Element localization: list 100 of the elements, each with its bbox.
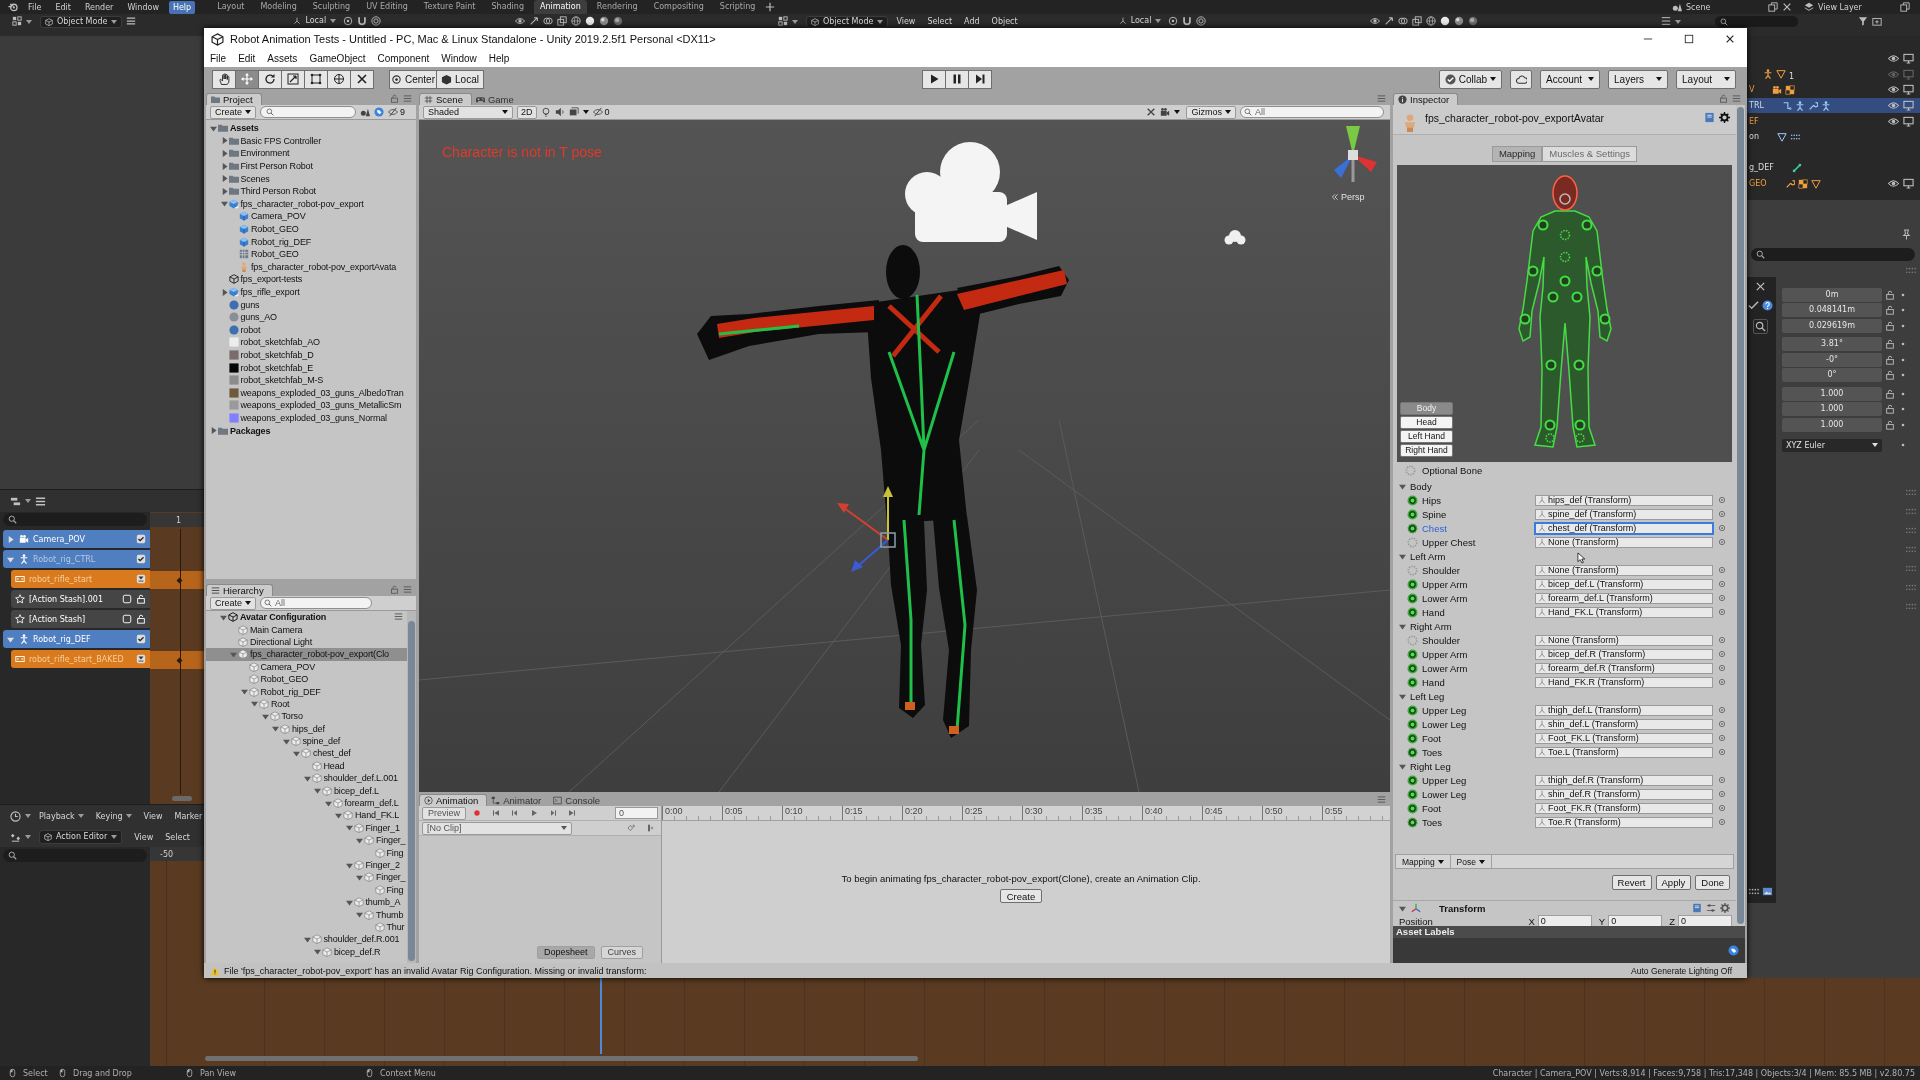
menu-item[interactable]: View [139,810,167,822]
drag-handle-icon[interactable] [1905,265,1916,276]
object-field[interactable]: chest_def (Transform) [1535,522,1713,534]
object-field[interactable]: Hand_FK.R (Transform) [1535,676,1713,688]
expand-arrow-icon[interactable] [314,948,321,956]
expand-arrow-icon[interactable] [324,799,332,807]
move-gizmo[interactable] [837,486,896,572]
avatar-body-drawing[interactable] [1517,174,1612,448]
hierarchy-row[interactable]: Robot_GEO [206,672,407,686]
mode-tab[interactable]: Mapping [1491,146,1543,162]
padlock-icon[interactable] [136,614,146,624]
drag-handle-icon[interactable] [1905,601,1916,612]
eye-icon[interactable] [1888,100,1899,112]
menu-item[interactable]: Help [168,0,196,14]
pivot-rotation-button[interactable]: Local [436,69,484,89]
menu-item[interactable]: Object [987,16,1022,27]
expand-arrow-icon[interactable] [345,824,353,832]
monitor-icon[interactable] [1903,84,1914,96]
arrow-icon[interactable] [529,16,540,26]
expand-arrow-icon[interactable] [7,555,14,563]
expand-arrow-icon[interactable] [220,175,228,183]
action-button[interactable]: Done [1695,875,1730,890]
status-message[interactable]: File 'fps_character_robot-pov_export' has an invalid Avatar Rig Configuration. Missing or invalid transform: [224,965,647,976]
strip-area[interactable]: 1 [150,512,205,804]
workspace-tab[interactable]: Animation [534,0,587,14]
image-stack-icon[interactable] [568,107,579,117]
pin-icon[interactable] [1901,229,1912,240]
overlapping-squares-icon[interactable] [1412,16,1423,26]
keyframe-area[interactable] [205,978,1920,1066]
drag-handle-icon[interactable] [1905,525,1916,536]
hierarchy-row[interactable]: Directional Light [206,635,407,649]
padlock-icon[interactable] [1885,305,1895,316]
search-icon[interactable] [1753,319,1768,334]
footer-dropdown[interactable]: Mapping [1396,855,1451,868]
2d-toggle[interactable]: 2D [517,105,537,119]
expand-arrow-icon[interactable] [210,124,217,132]
hierarchy-row[interactable]: shoulder_def.L.001 [206,772,407,785]
expand-arrow-icon[interactable] [335,811,342,819]
clock-icon[interactable] [10,810,21,822]
expand-arrow-icon[interactable] [220,288,228,296]
frame-ruler[interactable]: -50 [150,847,205,861]
footer-dropdown[interactable]: Pose [1450,855,1492,868]
mode-dropdown[interactable]: Object Mode [806,16,889,28]
asset-name[interactable]: robot_sketchfab_D [240,350,314,360]
workspace-tab[interactable]: Compositing [647,0,710,14]
hierarchy-row[interactable]: Fing [206,846,407,859]
monitor-icon[interactable] [1903,100,1914,112]
pivot-icon[interactable] [343,16,354,26]
expand-arrow-icon[interactable] [230,650,237,658]
hierarchy-row[interactable]: Camera_POV [206,660,407,673]
menu-item[interactable]: Keying [91,810,136,822]
scrollbar-thumb[interactable] [205,1056,918,1061]
asset-name[interactable]: Scenes [240,173,270,184]
scrollbar-thumb[interactable] [408,621,415,961]
layout-dropdown[interactable]: Layout [1676,69,1736,89]
checkmark-icon[interactable] [1748,300,1759,311]
menu-item[interactable]: View [892,16,920,27]
padlock-icon[interactable] [136,594,146,604]
workspace-tab[interactable]: Rendering [590,0,644,14]
camera-icon[interactable] [1160,107,1171,117]
view-layer-selector[interactable]: View Layer [1818,2,1896,12]
asset-name[interactable]: Environment [240,148,290,159]
create-button[interactable]: Create [999,889,1043,903]
asset-name[interactable]: Robot_GEO [251,224,299,235]
asset-name[interactable]: robot_sketchfab_AO [240,337,320,348]
expand-arrow-icon[interactable] [220,162,228,170]
scene-selector[interactable]: Scene [1686,2,1764,12]
time-ruler[interactable]: 0:00 0:05 0:10 0:15 0:20 0:25 0:30 0:35 0:40 0:45 0:50 0:55 [662,806,1390,821]
monitor-icon[interactable] [1903,178,1914,190]
filter-icon[interactable] [1858,16,1868,26]
window-tab[interactable]: Animator [487,794,550,806]
expand-arrow-icon[interactable] [356,911,363,919]
light-bulb-icon[interactable] [540,107,551,117]
overlapping-squares-icon[interactable] [557,16,568,26]
camera-icon[interactable] [905,142,1037,242]
workspace-tab[interactable]: Shading [485,0,530,14]
checkbox[interactable] [136,534,146,544]
group-label[interactable]: Right Leg [1410,760,1451,772]
arrow-icon[interactable] [1384,16,1395,26]
value-field[interactable]: -0° [1782,352,1882,367]
number-field[interactable]: 0 [1608,915,1663,927]
object-field[interactable]: forearm_def.R (Transform) [1535,662,1713,674]
search-field[interactable] [3,849,147,862]
tool-button[interactable] [212,69,236,89]
gizmos-dropdown[interactable]: Gizmos [1186,105,1236,119]
search-field[interactable]: All [260,597,372,609]
layers-icon[interactable] [1804,2,1814,12]
action-strip[interactable] [150,571,205,589]
workspace-tab[interactable]: Layout [211,0,251,14]
menu-item[interactable]: Edit [51,0,75,14]
asset-name[interactable]: Packages [230,425,271,436]
group-label[interactable]: Body [1410,480,1432,492]
expand-arrow-icon[interactable] [7,535,14,543]
scene-name[interactable]: Avatar Configuration [240,612,327,623]
crossed-tools-icon[interactable] [1146,107,1157,117]
drag-handle-icon[interactable] [1905,563,1916,574]
object-field[interactable]: None (Transform) [1535,634,1713,646]
solid-sphere-icon[interactable] [1440,16,1451,26]
expand-arrow-icon[interactable] [1399,482,1406,490]
frame-ruler[interactable]: 1 [150,513,205,527]
